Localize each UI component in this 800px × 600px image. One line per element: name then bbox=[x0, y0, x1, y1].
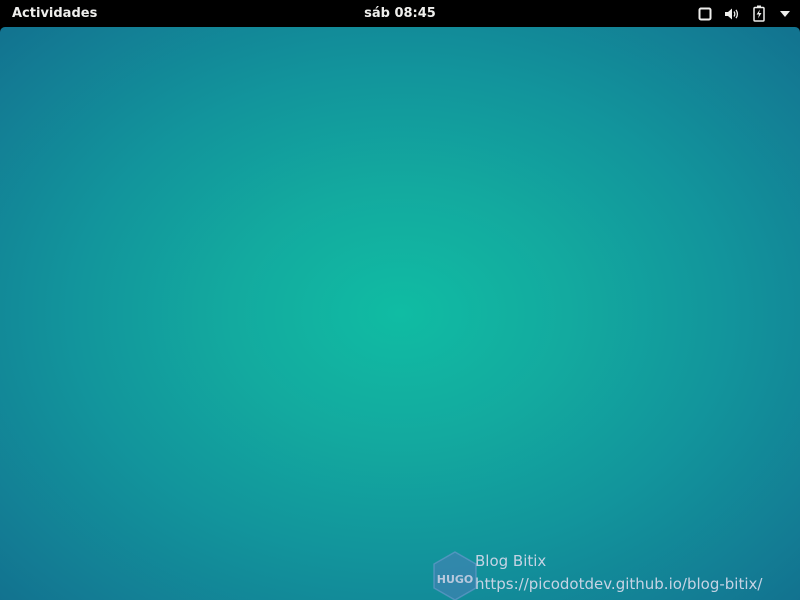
watermark-title: Blog Bitix bbox=[475, 552, 547, 570]
top-bar: Actividades sáb 08:45 bbox=[0, 0, 800, 27]
volume-indicator[interactable] bbox=[718, 0, 745, 27]
clock-area: sáb 08:45 bbox=[0, 0, 800, 27]
screen: Actividades sáb 08:45 HUGO Blog Bitix ht… bbox=[0, 0, 800, 600]
volume-icon bbox=[724, 8, 738, 19]
window-icon bbox=[698, 7, 711, 20]
chevron-down-icon bbox=[780, 10, 790, 17]
clock-button[interactable]: sáb 08:45 bbox=[356, 6, 444, 21]
watermark-url: https://picodotdev.github.io/blog-bitix/ bbox=[475, 575, 763, 593]
desktop-background[interactable] bbox=[0, 27, 800, 600]
window-indicator[interactable] bbox=[691, 0, 718, 27]
activities-button[interactable]: Actividades bbox=[0, 0, 109, 27]
hugo-logo: HUGO bbox=[432, 551, 478, 600]
hugo-logo-text: HUGO bbox=[436, 573, 474, 586]
system-tray[interactable] bbox=[691, 0, 800, 27]
battery-indicator[interactable] bbox=[745, 0, 772, 27]
system-menu-toggle[interactable] bbox=[772, 0, 798, 27]
blog-watermark: HUGO Blog Bitix https://picodotdev.githu… bbox=[432, 548, 800, 600]
battery-charging-icon bbox=[752, 5, 765, 22]
